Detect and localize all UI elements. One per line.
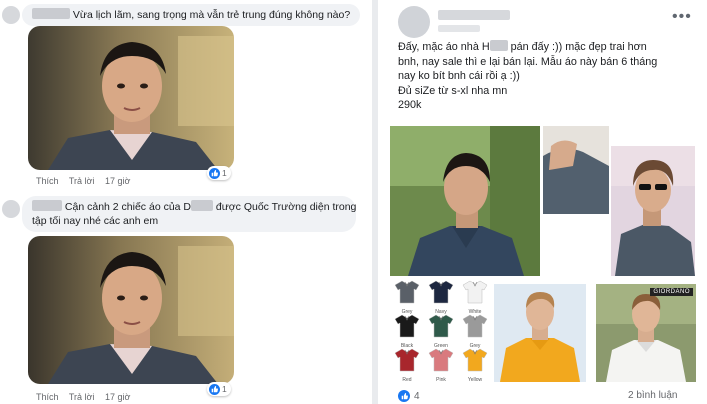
post-text-line-1a: Đấy, mặc áo nhà H <box>398 41 490 53</box>
swatch-pink: Pink <box>426 348 456 382</box>
model-white-polo-image <box>596 284 696 382</box>
swatch-label: Pink <box>436 377 446 382</box>
blurred-post-time[interactable] <box>438 25 480 32</box>
post-reactions[interactable]: 4 <box>398 390 420 402</box>
like-link[interactable]: Thích <box>36 392 59 402</box>
blurred-brand-name <box>489 40 508 51</box>
swatch-black: Black <box>392 314 422 349</box>
post-photo-model-yellow[interactable] <box>494 284 586 382</box>
comment-photo[interactable] <box>28 236 234 384</box>
swatch-label: Yellow <box>467 377 483 382</box>
brand-tag: GIORDANO <box>650 288 693 296</box>
reaction-count[interactable]: 1 <box>207 166 231 180</box>
polo-shirt-icon <box>462 348 488 372</box>
more-options-button[interactable]: ••• <box>672 8 692 26</box>
likes-count: 4 <box>414 390 420 402</box>
post-text-line-5: 290k <box>398 99 422 111</box>
poster-avatar[interactable] <box>398 6 430 38</box>
blurred-poster-name[interactable] <box>438 10 510 20</box>
post-photo-model-sunglasses[interactable] <box>611 146 695 276</box>
swatch-grey: Grey <box>460 314 490 349</box>
reaction-number: 1 <box>222 384 227 394</box>
comment-time[interactable]: 17 giờ <box>105 392 130 402</box>
polo-shirt-icon <box>394 280 420 304</box>
reply-link[interactable]: Trả lời <box>69 392 95 402</box>
swatch-navy: Navy <box>426 280 456 315</box>
polo-shirt-icon <box>462 314 488 338</box>
reaction-count[interactable]: 1 <box>207 382 231 396</box>
like-icon <box>398 390 410 402</box>
commenter-avatar[interactable] <box>2 6 20 24</box>
post-photo-actor[interactable] <box>390 126 540 276</box>
like-link[interactable]: Thích <box>36 176 59 186</box>
swatch-red: Red <box>392 348 422 382</box>
post-text-line-1b: pán đấy :)) mặc đẹp trai hơn <box>507 41 647 53</box>
post-photo-color-swatches[interactable]: Grey Navy White Black Green Grey Red Pink Yellow <box>390 280 490 382</box>
comments-count-link[interactable]: 2 bình luận <box>628 390 678 401</box>
comment-bubble: Cận cảnh 2 chiếc áo của D được Quốc Trườ… <box>22 196 356 232</box>
polo-shirt-icon <box>394 348 420 372</box>
post-text-line-4: Đủ siZe từ s-xl nha mn <box>398 84 508 97</box>
actor-photo-image <box>28 26 234 170</box>
reaction-number: 1 <box>222 168 227 178</box>
actor-photo-image <box>28 236 234 384</box>
blurred-brand-name <box>191 200 213 211</box>
polo-shirt-icon <box>428 280 454 304</box>
post-text-line-3: nay ko bít bnh cái rồi ạ :)) <box>398 70 520 82</box>
post-text: Đấy, mặc áo nhà H pán đấy :)) mặc đẹp tr… <box>398 40 698 113</box>
post-photo-shirt-detail[interactable] <box>543 126 609 214</box>
polo-shirt-icon <box>428 314 454 338</box>
model-yellow-polo-image <box>494 284 586 382</box>
like-icon <box>209 383 220 395</box>
post-panel: ••• Đấy, mặc áo nhà H pán đấy :)) mặc đẹ… <box>378 0 707 404</box>
comment-time[interactable]: 17 giờ <box>105 176 130 186</box>
actor-polo-image <box>390 126 540 276</box>
polo-shirt-icon <box>394 314 420 338</box>
comment-text-part-2: được Quốc Trường diện trong <box>213 201 357 213</box>
swatch-grey: Grey <box>392 280 422 315</box>
polo-shirt-icon <box>428 348 454 372</box>
comment-photo[interactable] <box>28 26 234 170</box>
comment-text: Vừa lịch lãm, sang trọng mà vẫn trẻ trun… <box>72 9 351 21</box>
swatch-grid: Grey Navy White Black Green Grey Red Pink Yellow <box>390 280 490 382</box>
commenter-avatar[interactable] <box>2 200 20 218</box>
post-photo-model-brand[interactable]: GIORDANO <box>596 284 696 382</box>
reply-link[interactable]: Trả lời <box>69 176 95 186</box>
comment-text-line-2: tập tối nay nhé các anh em <box>32 215 159 227</box>
swatch-yellow: Yellow <box>460 348 490 382</box>
swatch-white: White <box>460 280 490 315</box>
swatch-green: Green <box>426 314 456 349</box>
like-icon <box>209 167 220 179</box>
comment-text-part-1: Cận cảnh 2 chiếc áo của D <box>64 201 191 213</box>
post-text-line-2: bnh, nay sale thì e lại bán lại. Mẫu áo … <box>398 55 658 68</box>
shirt-detail-image <box>543 126 609 214</box>
comment-bubble: Vừa lịch lãm, sang trọng mà vẫn trẻ trun… <box>22 4 361 26</box>
blurred-commenter-name[interactable] <box>32 200 62 211</box>
comments-panel: Vừa lịch lãm, sang trọng mà vẫn trẻ trun… <box>0 0 372 404</box>
blurred-commenter-name[interactable] <box>32 8 70 19</box>
polo-shirt-icon <box>462 280 488 304</box>
comment-actions: Thích Trả lời 17 giờ <box>36 176 138 186</box>
model-sunglasses-image <box>611 146 695 276</box>
swatch-label: Red <box>402 377 412 382</box>
comment-actions: Thích Trả lời 17 giờ <box>36 392 138 402</box>
